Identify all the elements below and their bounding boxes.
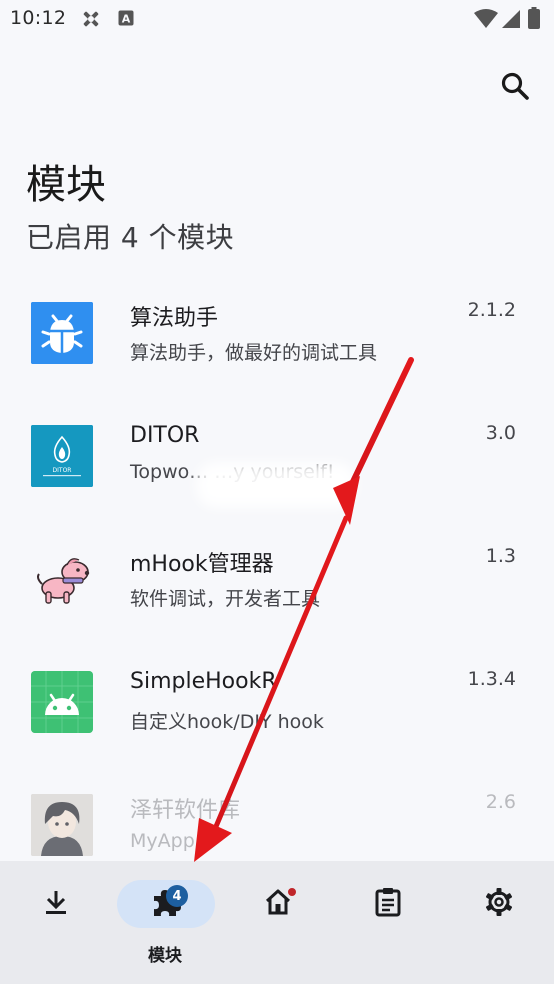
module-item-simplehookr[interactable]: SimpleHookR 自定义hook/DIY hook 1.3.4	[0, 641, 554, 764]
module-name: 泽轩软件库	[130, 798, 241, 823]
battery-icon	[528, 7, 540, 33]
svg-text:A: A	[122, 13, 131, 26]
pink-dog-icon	[31, 548, 93, 610]
blur-smudge	[196, 462, 356, 508]
module-name: SimpleHookR	[130, 669, 277, 694]
module-description: 自定义hook/DIY hook	[130, 711, 324, 733]
status-time: 10:12	[10, 7, 67, 29]
pinwheel-icon	[80, 8, 102, 34]
ditor-flame-icon: DITOR	[31, 425, 93, 487]
nav-item-modules[interactable]: 4 模块	[110, 861, 220, 984]
module-name: mHook管理器	[130, 552, 274, 577]
bug-icon	[31, 302, 93, 364]
download-icon	[42, 888, 70, 920]
gear-icon	[484, 887, 514, 921]
nav-label-modules: 模块	[148, 946, 182, 966]
signal-icon	[501, 9, 521, 33]
module-version: 3.0	[485, 422, 516, 444]
module-version: 2.6	[485, 791, 516, 813]
status-bar: 10:12 A	[0, 0, 554, 38]
modules-count-badge: 4	[166, 885, 188, 907]
nav-item-download[interactable]	[0, 861, 110, 984]
search-icon	[500, 71, 530, 105]
module-item-mhook-manager[interactable]: mHook管理器 软件调试，开发者工具 1.3	[0, 518, 554, 641]
android-icon	[31, 671, 93, 733]
svg-text:DITOR: DITOR	[53, 467, 72, 474]
notification-dot	[288, 888, 296, 896]
bottom-navigation: 4 模块	[0, 861, 554, 984]
module-version: 1.3.4	[467, 668, 516, 690]
enabled-modules-count: 已启用 4 个模块	[26, 221, 235, 254]
module-description: MyApp	[130, 830, 195, 852]
page-title: 模块	[26, 162, 106, 208]
module-description: 算法助手，做最好的调试工具	[130, 342, 378, 364]
module-name: 算法助手	[130, 306, 219, 331]
anime-avatar-icon	[31, 794, 93, 856]
wifi-icon	[474, 9, 498, 33]
nav-item-logs[interactable]	[332, 861, 442, 984]
module-item-zexuan-software-library[interactable]: 泽轩软件库 MyApp 2.6	[0, 764, 554, 860]
clipboard-icon	[374, 887, 402, 921]
nav-item-home[interactable]	[222, 861, 332, 984]
nav-item-settings[interactable]	[443, 861, 553, 984]
module-list[interactable]: 算法助手 算法助手，做最好的调试工具 2.1.2 DITOR DITOR Top…	[0, 272, 554, 860]
module-item-algorithm-assistant[interactable]: 算法助手 算法助手，做最好的调试工具 2.1.2	[0, 272, 554, 395]
module-version: 1.3	[485, 545, 516, 567]
module-description: 软件调试，开发者工具	[130, 588, 321, 610]
a-letter-icon: A	[118, 10, 134, 30]
search-button[interactable]	[493, 66, 537, 110]
module-version: 2.1.2	[467, 299, 516, 321]
module-name: DITOR	[130, 423, 200, 448]
